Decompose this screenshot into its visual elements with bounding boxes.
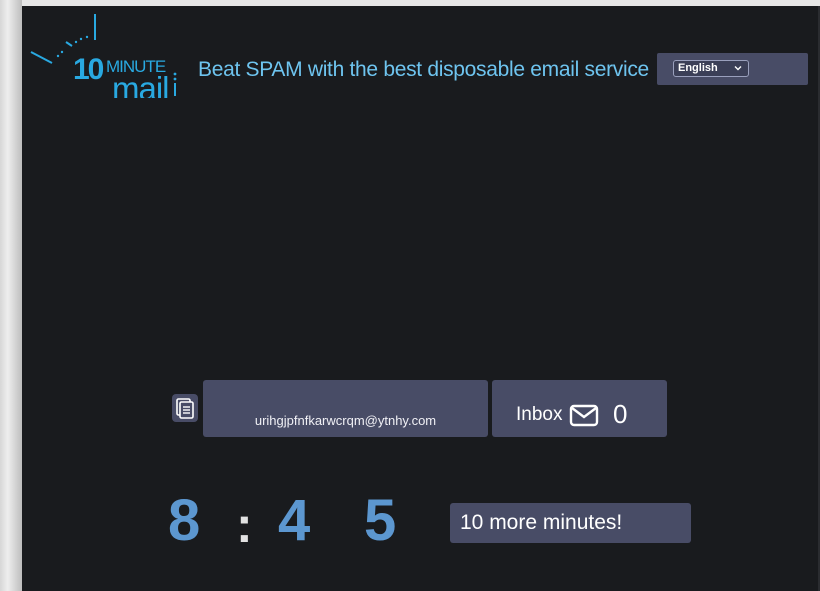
inbox-label: Inbox bbox=[516, 404, 563, 425]
envelope-icon bbox=[569, 404, 599, 427]
chevron-down-icon bbox=[734, 66, 742, 71]
copy-document-icon bbox=[176, 398, 194, 419]
browser-left-edge bbox=[0, 0, 22, 591]
timer-seconds-ones: 5 bbox=[364, 488, 397, 553]
inbox-button[interactable]: Inbox 0 bbox=[492, 380, 667, 437]
tagline: Beat SPAM with the best disposable email… bbox=[198, 58, 649, 81]
logo-graphic: 10 MINUTE mail bbox=[30, 14, 177, 107]
logo-mail: mail bbox=[112, 70, 169, 98]
language-select[interactable]: English bbox=[673, 60, 749, 77]
inbox-count: 0 bbox=[613, 399, 628, 429]
timer-separator: : bbox=[236, 497, 253, 553]
language-panel: English bbox=[657, 53, 808, 85]
email-address-field[interactable]: urihgjpfnfkarwcrqm@ytnhy.com bbox=[203, 380, 488, 437]
extend-time-button[interactable]: 10 more minutes! bbox=[450, 503, 691, 543]
extend-time-label: 10 more minutes! bbox=[460, 511, 623, 534]
email-address-text[interactable]: urihgjpfnfkarwcrqm@ytnhy.com bbox=[203, 413, 488, 428]
copy-email-button[interactable] bbox=[172, 394, 198, 422]
logo-number: 10 bbox=[73, 53, 104, 86]
timer-seconds-tens: 4 bbox=[278, 488, 311, 553]
timer-minutes: 8 bbox=[168, 488, 201, 553]
page-content: 10 MINUTE mail Beat SPAM with the best d… bbox=[22, 6, 818, 591]
language-selected-value: English bbox=[678, 62, 718, 74]
site-logo[interactable]: 10 MINUTE mail bbox=[28, 12, 180, 107]
